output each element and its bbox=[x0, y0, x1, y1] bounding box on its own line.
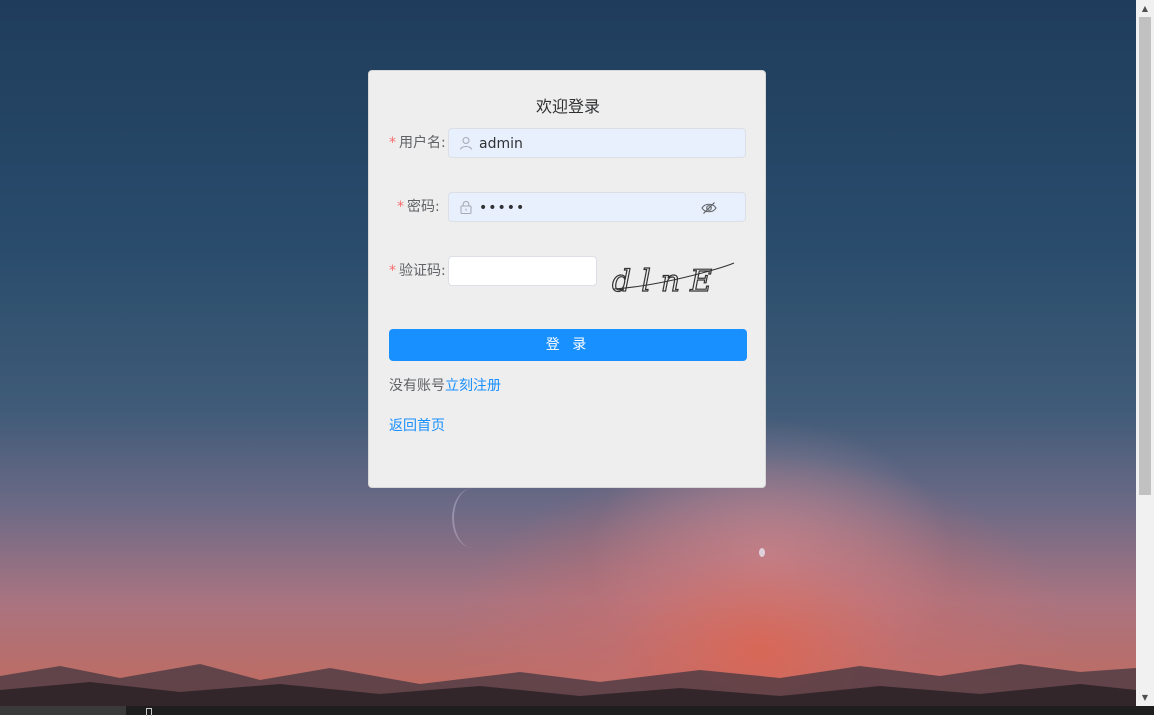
register-prompt: 没有账号立刻注册 bbox=[389, 378, 501, 394]
login-title: 欢迎登录 bbox=[535, 97, 600, 116]
username-row: * 用户名: admin bbox=[389, 127, 747, 159]
username-label: * 用户名: bbox=[389, 135, 446, 151]
decorative-arc bbox=[452, 488, 494, 548]
password-label: * 密码: bbox=[397, 199, 440, 215]
scroll-thumb[interactable] bbox=[1139, 17, 1151, 495]
mountain-silhouette bbox=[0, 664, 1136, 706]
scroll-down-icon[interactable]: ▼ bbox=[1136, 689, 1154, 706]
password-input[interactable]: ••••• bbox=[448, 192, 746, 222]
taskbar bbox=[0, 706, 1154, 716]
lock-icon bbox=[460, 200, 472, 214]
eye-hidden-icon[interactable] bbox=[701, 201, 717, 215]
captcha-label: * 验证码: bbox=[389, 263, 446, 279]
captcha-image[interactable]: dlnE bbox=[612, 257, 736, 299]
back-home-link-wrapper: 返回首页 bbox=[389, 415, 445, 435]
back-home-link[interactable]: 返回首页 bbox=[389, 418, 445, 434]
login-card: 欢迎登录 * 用户名: admin * 密码: ••••• * 验证码: dln… bbox=[368, 70, 766, 488]
scroll-up-icon[interactable]: ▲ bbox=[1136, 0, 1154, 17]
taskbar-segment bbox=[0, 706, 126, 715]
required-mark: * bbox=[389, 135, 396, 151]
vertical-scrollbar[interactable]: ▲ ▼ bbox=[1136, 0, 1154, 706]
password-row: * 密码: ••••• bbox=[389, 191, 747, 223]
register-link[interactable]: 立刻注册 bbox=[445, 378, 501, 394]
decorative-light bbox=[759, 548, 765, 557]
username-value: admin bbox=[479, 136, 523, 152]
captcha-input[interactable] bbox=[448, 256, 597, 286]
login-button[interactable]: 登 录 bbox=[389, 329, 747, 361]
password-value: ••••• bbox=[479, 200, 526, 216]
user-icon bbox=[459, 136, 473, 150]
username-input[interactable]: admin bbox=[448, 128, 746, 158]
